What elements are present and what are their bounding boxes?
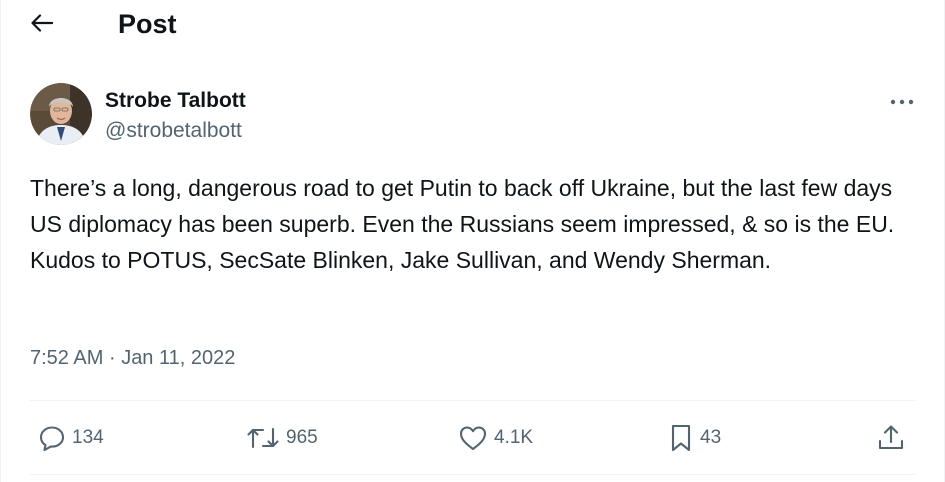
post-date[interactable]: Jan 11, 2022 — [121, 347, 235, 369]
repost-button[interactable]: 965 — [246, 420, 318, 456]
bookmark-button[interactable]: 43 — [668, 420, 721, 456]
back-button[interactable] — [22, 7, 62, 43]
post-text: There’s a long, dangerous road to get Pu… — [30, 175, 895, 273]
post-time[interactable]: 7:52 AM — [30, 347, 103, 369]
divider-bottom — [30, 474, 915, 475]
page-title: Post — [118, 9, 177, 39]
reply-button[interactable]: 134 — [38, 420, 104, 456]
heart-icon — [458, 424, 488, 452]
share-icon — [876, 423, 906, 453]
reply-count: 134 — [72, 427, 104, 448]
left-border — [0, 0, 1, 482]
repost-count: 965 — [286, 427, 318, 448]
more-horizontal-icon — [890, 92, 914, 110]
more-options-button[interactable] — [884, 88, 920, 114]
repost-icon — [246, 425, 280, 451]
share-button[interactable] — [876, 420, 906, 456]
avatar[interactable] — [30, 83, 92, 145]
bookmark-count: 43 — [700, 427, 722, 448]
author-handle[interactable]: @strobetalbott — [105, 118, 242, 144]
like-button[interactable]: 4.1K — [458, 420, 533, 456]
arrow-left-icon — [31, 13, 54, 37]
like-count: 4.1K — [494, 427, 534, 448]
meta-separator: · — [108, 347, 116, 369]
post-timestamp: 7:52 AM · Jan 11, 2022 — [30, 345, 235, 371]
post-header: Post — [0, 0, 945, 50]
bookmark-icon — [668, 423, 694, 453]
divider-top — [30, 400, 915, 401]
reply-icon — [38, 424, 66, 452]
author-display-name[interactable]: Strobe Talbott — [105, 88, 246, 114]
